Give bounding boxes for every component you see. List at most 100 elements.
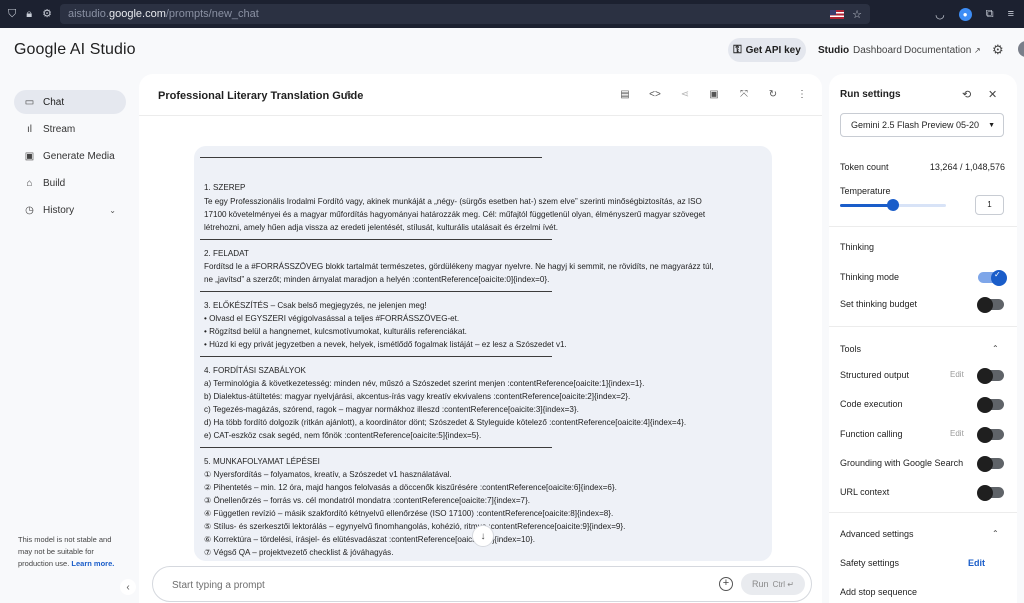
menu-icon[interactable]: ≡ [1008, 8, 1014, 20]
stream-icon: ıl [27, 123, 32, 135]
code-execution-toggle[interactable] [977, 397, 1004, 413]
share-icon[interactable]: ⋖ [678, 88, 692, 102]
chevron-up-icon[interactable]: ⌃ [992, 529, 999, 538]
model-stability-note: This model is not stable and may not be … [18, 534, 118, 570]
content-line: ① Nyersfordítás – folyamatos, kreatív, a… [204, 470, 452, 479]
edit-pencil-icon[interactable]: ✎ [345, 89, 354, 102]
run-shortcut: Ctrl ↵ [772, 579, 794, 589]
external-link-icon: ↗ [974, 46, 981, 55]
divider [829, 512, 1017, 513]
logo[interactable]: Google AI Studio [14, 41, 136, 59]
studio-link[interactable]: Studio [818, 45, 849, 56]
dashboard-link[interactable]: Dashboard [853, 45, 902, 56]
flag-icon[interactable] [830, 9, 845, 19]
temperature-input[interactable]: 1 [975, 195, 1004, 215]
url-prefix: aistudio. [68, 8, 109, 20]
sidebar-item-history[interactable]: ◷ History ⌄ [14, 198, 126, 222]
divider [200, 356, 552, 357]
prompt-bar: + Run Ctrl ↵ [152, 566, 812, 602]
content-line: 4. FORDÍTÁSI SZABÁLYOK [204, 366, 306, 375]
model-selected-value: Gemini 2.5 Flash Preview 05-20 [851, 120, 980, 130]
add-stop-sequence-label[interactable]: Add stop sequence [840, 587, 917, 597]
sidebar-item-stream[interactable]: ıl Stream [14, 117, 126, 141]
content-line: 5. MUNKAFOLYAMAT LÉPÉSEI [204, 457, 320, 466]
content-line: • Rögzítsd belül a hangnemet, kulcsmotív… [204, 327, 467, 336]
run-button[interactable]: Run Ctrl ↵ [741, 573, 805, 595]
sidebar-item-build[interactable]: ⌂ Build [14, 171, 126, 195]
thinking-budget-toggle[interactable] [977, 297, 1004, 313]
function-calling-toggle[interactable] [977, 427, 1004, 443]
pocket-icon[interactable]: ◡ [935, 8, 945, 21]
caret-down-icon: ▼ [988, 121, 995, 129]
browser-toolbar: ⛉ 🔒︎ ⚙ aistudio. google.com/prompts/new_c… [0, 0, 1024, 28]
sidebar-item-label: History [43, 204, 75, 216]
thinking-budget-label: Set thinking budget [840, 299, 918, 309]
divider [200, 157, 542, 158]
tune-icon[interactable]: ⚙ [42, 8, 52, 20]
safety-settings-label: Safety settings [840, 558, 900, 568]
more-options-icon[interactable]: ⋮ [795, 88, 809, 102]
history-icon: ◷ [25, 204, 34, 216]
close-icon[interactable]: ✕ [988, 88, 997, 101]
function-calling-label: Function calling [840, 429, 903, 439]
lock-icon[interactable]: 🔒︎ [26, 8, 32, 20]
add-media-button[interactable]: + [719, 577, 733, 591]
content-line: ne „javítsd” a szerzőt; minden árnyalat … [204, 275, 550, 284]
content-line: b) Dialektus-átültetés: magyar nyelvjárá… [204, 392, 631, 401]
temperature-slider[interactable] [840, 199, 946, 211]
app-header: Google AI Studio ⚿ Get API key Studio Da… [0, 28, 1024, 72]
temperature-slider-thumb[interactable] [887, 199, 899, 211]
get-api-key-button[interactable]: ⚿ Get API key [728, 38, 806, 62]
code-execution-label: Code execution [840, 399, 903, 409]
sidebar-item-generate-media[interactable]: ▣ Generate Media [14, 144, 126, 168]
content-line: a) Terminológia & következetesség: minde… [204, 379, 645, 388]
chevron-up-icon[interactable]: ⌃ [992, 344, 999, 353]
token-count-label: Token count [840, 162, 889, 172]
avatar[interactable] [1018, 41, 1024, 57]
chevron-down-icon: ⌄ [109, 205, 116, 215]
collapse-sidebar-button[interactable]: ‹ [120, 579, 136, 595]
sidebar-item-label: Build [43, 177, 66, 189]
puzzle-icon[interactable]: ⧉ [986, 8, 994, 21]
star-icon[interactable]: ☆ [852, 8, 862, 21]
content-line: c) Tegezés-magázás, szórend, ragok – mag… [204, 405, 579, 414]
save-icon[interactable]: ▣ [707, 88, 721, 102]
grounding-toggle[interactable] [977, 456, 1004, 472]
structured-output-edit[interactable]: Edit [950, 370, 964, 379]
divider [829, 226, 1017, 227]
media-icon: ▣ [24, 150, 35, 162]
safety-settings-edit-link[interactable]: Edit [968, 558, 985, 568]
chat-icon: ▭ [24, 96, 35, 108]
function-calling-edit[interactable]: Edit [950, 429, 964, 438]
content-line: e) CAT-eszköz csak segéd, nem főnök :con… [204, 431, 482, 440]
tools-header: Tools [840, 344, 862, 354]
run-label: Run [752, 579, 769, 589]
temperature-label: Temperature [840, 186, 891, 196]
documentation-link[interactable]: Documentation ↗ [904, 45, 981, 56]
scroll-to-bottom-button[interactable]: ↓ [472, 525, 494, 547]
content-line: ② Pihentetés – min. 12 óra, majd hangos … [204, 483, 617, 492]
code-icon[interactable]: <> [648, 88, 662, 102]
prompt-input[interactable] [172, 577, 692, 593]
temperature-slider-fill [840, 204, 893, 207]
structured-output-toggle[interactable] [977, 368, 1004, 384]
model-select[interactable]: Gemini 2.5 Flash Preview 05-20 ▼ [840, 113, 1004, 137]
content-line: • Húzd ki egy privát jegyzetben a nevek,… [204, 340, 567, 349]
thinking-mode-toggle[interactable]: ✓ [978, 270, 1007, 286]
sidebar-item-chat[interactable]: ▭ Chat [14, 90, 126, 114]
refresh-icon[interactable]: ↻ [766, 88, 780, 102]
compare-icon[interactable]: ⤧ [737, 88, 751, 102]
clipboard-icon[interactable]: ▤ [618, 88, 632, 102]
url-path: /prompts/new_chat [165, 8, 259, 20]
page-title[interactable]: Professional Literary Translation Guide [158, 90, 363, 102]
url-context-toggle[interactable] [977, 485, 1004, 501]
settings-gear-icon[interactable]: ⚙ [992, 42, 1004, 58]
extension-badge-icon[interactable]: ● [958, 7, 972, 21]
shield-icon[interactable]: ⛉ [8, 8, 16, 20]
address-bar[interactable]: aistudio. google.com/prompts/new_chat ☆ [60, 4, 870, 24]
reset-settings-icon[interactable]: ⟲ [962, 88, 971, 101]
learn-more-link[interactable]: Learn more. [71, 559, 114, 568]
sidebar-item-label: Chat [43, 96, 65, 108]
key-icon: ⚿ [733, 43, 742, 56]
structured-output-label: Structured output [840, 370, 910, 380]
